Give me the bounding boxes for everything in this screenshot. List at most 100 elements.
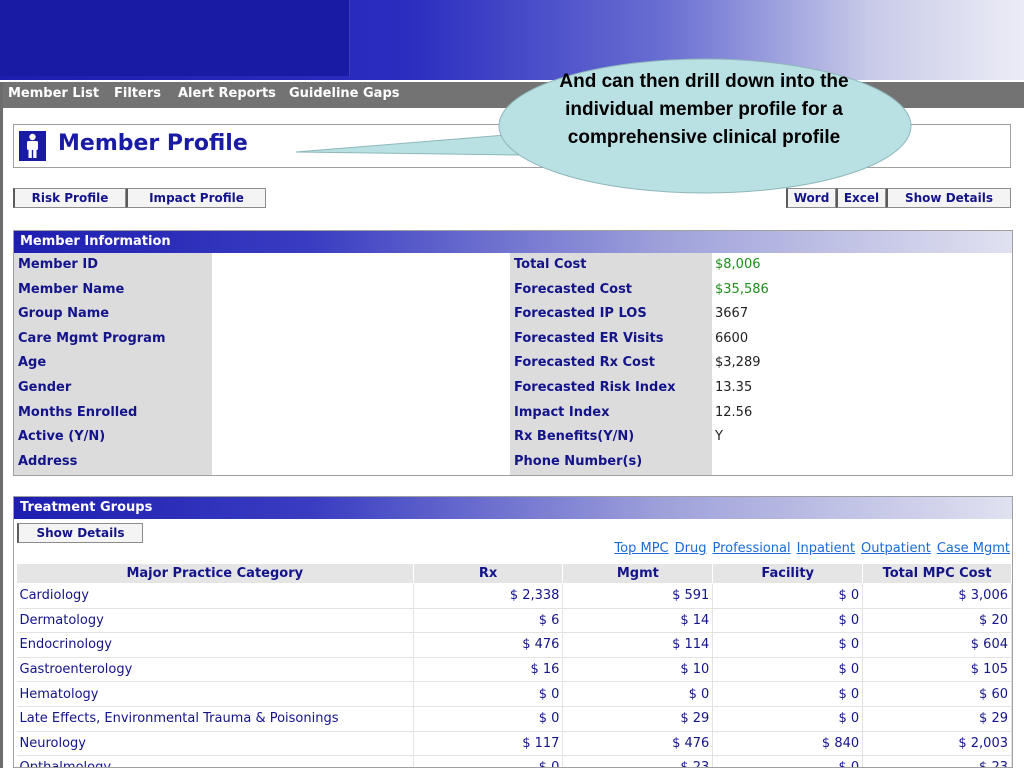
category-cell: Neurology: [16, 731, 414, 757]
cost-cell: $ 0: [712, 583, 864, 609]
link-outpatient[interactable]: Outpatient: [861, 541, 931, 556]
column-header[interactable]: Facility: [712, 563, 864, 584]
field-value: [212, 425, 510, 449]
field-label: Rx Benefits(Y/N): [514, 429, 635, 445]
impact-profile-button[interactable]: Impact Profile: [126, 188, 266, 208]
field-value: $35,586: [715, 281, 769, 297]
link-inpatient[interactable]: Inpatient: [797, 541, 855, 556]
cost-cell: $ 16: [413, 657, 564, 683]
category-cell: Late Effects, Environmental Trauma & Poi…: [16, 706, 414, 732]
cost-cell: $ 23: [862, 755, 1012, 767]
cost-cell: $ 0: [562, 681, 714, 707]
mpc-table: Major Practice Category Rx Mgmt Facility…: [16, 563, 1012, 767]
field-value: $8,006: [715, 257, 761, 272]
field-label: Impact Index: [514, 404, 610, 420]
cost-cell: $ 20: [862, 608, 1012, 634]
field-value: [212, 450, 510, 474]
cost-cell: $ 114: [562, 632, 714, 658]
cost-cell: $ 840: [712, 731, 864, 757]
member-information-panel: Member Information Member ID Member Name G…: [13, 230, 1013, 476]
menu-item-guideline-gaps[interactable]: Guideline Gaps: [289, 86, 400, 101]
cost-cell: $ 2,338: [413, 583, 564, 609]
field-label: Member ID: [18, 257, 98, 272]
cost-cell: $ 6: [413, 608, 564, 634]
treatment-show-details-button[interactable]: Show Details: [17, 523, 143, 543]
field-label: Group Name: [18, 306, 110, 322]
column-header[interactable]: Major Practice Category: [16, 563, 414, 584]
table-row: Hematology $ 0 $ 0 $ 0 $ 60: [16, 681, 1012, 707]
member-information-header: Member Information: [14, 231, 1012, 253]
field-label: Member Name: [18, 281, 125, 297]
cost-cell: $ 0: [712, 608, 864, 634]
cost-cell: $ 476: [562, 731, 714, 757]
column-header[interactable]: Rx: [412, 563, 564, 584]
cost-cell: $ 0: [413, 681, 564, 707]
field-label: Care Mgmt Program: [18, 330, 166, 346]
field-value: [212, 253, 510, 277]
link-case-mgmt[interactable]: Case Mgmt: [937, 541, 1010, 556]
cost-cell: $ 3,006: [862, 583, 1012, 609]
link-professional[interactable]: Professional: [712, 541, 790, 556]
table-header-row: Major Practice Category Rx Mgmt Facility…: [16, 563, 1012, 584]
cost-cell: $ 0: [712, 681, 864, 707]
cost-cell: $ 29: [562, 706, 714, 732]
cost-cell: $ 591: [562, 583, 714, 609]
cost-cell: $ 105: [862, 657, 1012, 683]
cost-cell: $ 10: [562, 657, 714, 683]
cost-cell: $ 476: [413, 632, 564, 658]
page-title: Member Profile: [58, 131, 248, 156]
field-label: Age: [18, 355, 47, 371]
treatment-groups-header: Treatment Groups: [14, 497, 1012, 519]
menu-item-member-list[interactable]: Member List: [8, 86, 99, 101]
field-label: Months Enrolled: [18, 404, 138, 420]
category-cell: Cardiology: [16, 583, 414, 609]
cost-cell: $ 23: [562, 755, 714, 767]
field-label: Address: [18, 453, 78, 469]
cost-cell: $ 60: [862, 681, 1012, 707]
field-value: [212, 376, 510, 400]
field-label: Forecasted Risk Index: [514, 380, 676, 395]
field-value: $3,289: [715, 355, 761, 371]
field-value: 12.56: [715, 404, 753, 420]
field-value: [212, 302, 510, 326]
category-cell: Gastroenterology: [16, 657, 414, 683]
cost-cell: $ 0: [712, 706, 864, 732]
banner-block: [0, 0, 350, 76]
treatment-groups-panel: Treatment Groups Show Details Top MPC Dru…: [13, 496, 1013, 768]
category-filter-links: Top MPC Drug Professional Inpatient Outpatie…: [608, 541, 1010, 556]
field-value: [212, 401, 510, 425]
field-value: [712, 450, 1012, 474]
field-label: Forecasted Rx Cost: [514, 355, 655, 371]
field-label: Forecasted ER Visits: [514, 330, 664, 346]
table-row: Endocrinology $ 476 $ 114 $ 0 $ 604: [16, 632, 1012, 658]
field-label: Forecasted Cost: [514, 281, 633, 297]
field-label: Active (Y/N): [18, 429, 106, 445]
menu-item-alert-reports[interactable]: Alert Reports: [178, 86, 276, 101]
cost-cell: $ 0: [413, 706, 564, 732]
cost-cell: $ 0: [413, 755, 564, 767]
field-value: 6600: [715, 330, 749, 346]
cost-cell: $ 14: [562, 608, 714, 634]
table-row: Dermatology $ 6 $ 14 $ 0 $ 20: [16, 608, 1012, 634]
table-row: Gastroenterology $ 16 $ 10 $ 0 $ 105: [16, 657, 1012, 683]
field-value: 13.35: [715, 380, 753, 395]
link-top-mpc[interactable]: Top MPC: [614, 541, 668, 556]
table-row: Cardiology $ 2,338 $ 591 $ 0 $ 3,006: [16, 583, 1012, 609]
field-value: [212, 351, 510, 375]
field-label: Forecasted IP LOS: [514, 306, 647, 322]
cost-cell: $ 117: [413, 731, 564, 757]
table-row: Neurology $ 117 $ 476 $ 840 $ 2,003: [16, 731, 1012, 757]
category-cell: Hematology: [16, 681, 414, 707]
column-header[interactable]: Mgmt: [562, 563, 714, 584]
cost-cell: $ 0: [712, 657, 864, 683]
column-header[interactable]: Total MPC Cost: [862, 563, 1012, 584]
person-icon: [19, 131, 46, 161]
field-label: Phone Number(s): [514, 453, 643, 469]
menu-item-filters[interactable]: Filters: [114, 86, 161, 101]
table-row: Late Effects, Environmental Trauma & Poi…: [16, 706, 1012, 732]
risk-profile-button[interactable]: Risk Profile: [13, 188, 126, 208]
category-cell: Opthalmology: [16, 755, 414, 767]
category-cell: Dermatology: [16, 608, 414, 634]
callout-text: And can then drill down into the individ…: [559, 71, 849, 148]
link-drug[interactable]: Drug: [675, 541, 707, 556]
